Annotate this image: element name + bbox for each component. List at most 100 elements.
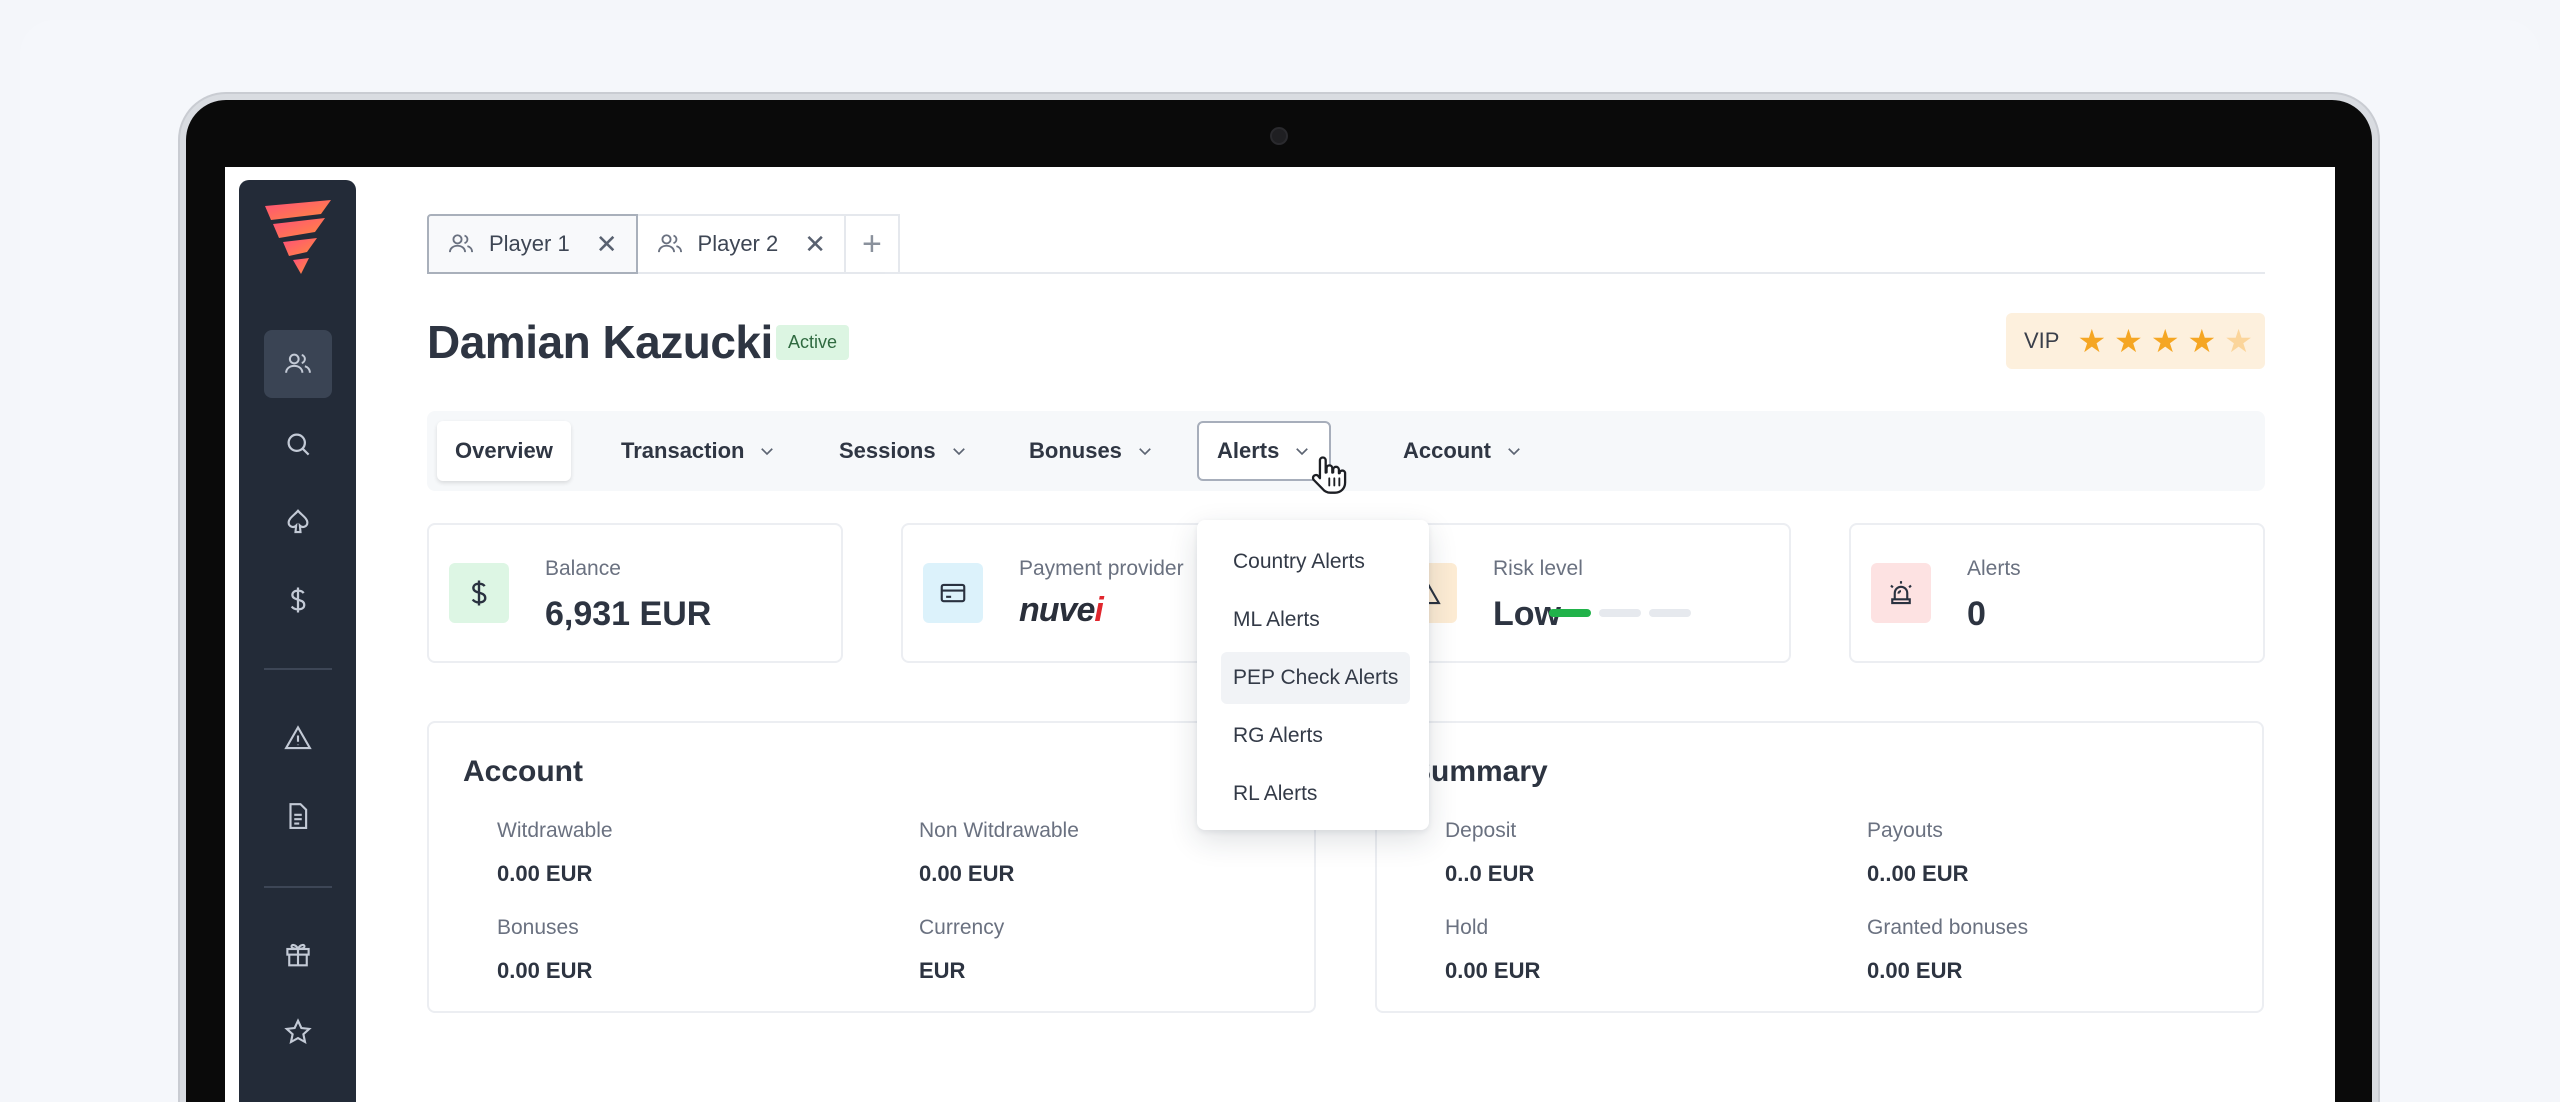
status-badge: Active — [776, 325, 850, 360]
summary-panel: Summary Deposit 0..0 EUR Payouts 0..00 E… — [1375, 721, 2264, 1013]
nav-finance-button[interactable] — [264, 566, 332, 634]
field-value: 0.00 EUR — [497, 958, 593, 983]
menu-sessions[interactable]: Sessions — [821, 421, 986, 481]
risk-level-card: Risk level Low — [1375, 523, 1791, 663]
menu-bonuses[interactable]: Bonuses — [1011, 421, 1172, 481]
tabs-divider — [885, 272, 2265, 274]
dropdown-item-pep-check-alerts[interactable]: PEP Check Alerts — [1221, 652, 1411, 704]
field-label: Witdrawable — [497, 819, 613, 842]
tab-player-2[interactable]: Player 2 ✕ — [637, 214, 847, 274]
plus-icon: + — [862, 224, 882, 263]
chevron-down-icon — [952, 448, 965, 456]
dollar-icon — [449, 563, 509, 623]
chevron-down-icon — [1508, 448, 1520, 456]
menu-label: Sessions — [839, 438, 936, 463]
menu-label: Overview — [455, 438, 553, 463]
spade-icon — [287, 509, 309, 534]
tab-label: Player 1 — [489, 231, 570, 256]
menu-overview[interactable]: Overview — [437, 421, 571, 481]
users-icon — [657, 234, 682, 253]
credit-card-icon — [923, 563, 983, 623]
hand-cursor-icon — [1311, 456, 1347, 494]
field-label: Hold — [1445, 916, 1489, 939]
stat-label: Alerts — [1967, 557, 2021, 580]
nav-alerts-button[interactable] — [264, 704, 332, 772]
alerts-card: Alerts 0 — [1849, 523, 2265, 663]
field-label: Currency — [919, 916, 1005, 939]
users-icon — [285, 353, 311, 373]
warning-icon — [284, 725, 312, 750]
field-value: EUR — [919, 958, 966, 983]
dropdown-item-rg-alerts[interactable]: RG Alerts — [1221, 710, 1335, 762]
panel-title: Account — [463, 755, 583, 788]
stat-label: Balance — [545, 557, 621, 580]
risk-level-segment — [1549, 609, 1591, 617]
tab-label: Player 2 — [697, 231, 779, 256]
dropdown-item-ml-alerts[interactable]: ML Alerts — [1221, 594, 1332, 646]
field-value: 0.00 EUR — [919, 861, 1015, 886]
alerts-value: 0 — [1967, 595, 1986, 633]
field-label: Deposit — [1445, 819, 1517, 842]
nav-favorites-button[interactable] — [264, 998, 332, 1066]
search-icon — [287, 433, 310, 456]
document-icon — [289, 803, 308, 829]
close-icon[interactable]: ✕ — [804, 231, 826, 257]
field-value: 0..00 EUR — [1867, 861, 1969, 886]
menu-label: Account — [1403, 438, 1491, 463]
menu-label: Transaction — [621, 438, 745, 463]
field-label: Non Witdrawable — [919, 819, 1079, 842]
dropdown-item-rl-alerts[interactable]: RL Alerts — [1221, 768, 1329, 820]
gift-icon — [286, 943, 310, 967]
field-value: 0..0 EUR — [1445, 861, 1535, 886]
vip-rating: VIP ★ ★ ★ ★ ★ — [2006, 313, 2265, 369]
account-panel: Account Witdrawable 0.00 EUR Non Witdraw… — [427, 721, 1316, 1013]
dollar-icon — [290, 587, 306, 613]
payment-provider-logo: nuvei — [1019, 591, 1104, 630]
nav-search-button[interactable] — [264, 410, 332, 478]
camera-dot — [1270, 127, 1288, 145]
brand-logo-icon — [265, 200, 331, 274]
risk-level-meter — [1549, 609, 1691, 617]
star-icon — [284, 1018, 312, 1045]
field-value: 0.00 EUR — [1867, 958, 1963, 983]
provider-name: nuvei — [1019, 591, 1104, 629]
app-screen: Player 1 ✕ Player 2 ✕ + Damian Kazucki A… — [225, 167, 2335, 1102]
menu-label: Alerts — [1217, 438, 1280, 463]
sidebar — [239, 180, 356, 1102]
field-label: Bonuses — [497, 916, 579, 939]
stat-label: Payment provider — [1019, 557, 1184, 580]
page-title: Damian Kazucki — [427, 316, 773, 368]
vip-label: VIP — [2024, 328, 2060, 353]
nav-bonuses-button[interactable] — [264, 920, 332, 988]
users-icon — [448, 234, 474, 253]
field-label: Granted bonuses — [1867, 916, 2029, 939]
chevron-down-icon — [761, 448, 774, 456]
tab-player-1[interactable]: Player 1 ✕ — [427, 214, 638, 274]
menu-label: Bonuses — [1029, 438, 1122, 463]
risk-level-segment — [1599, 609, 1641, 617]
risk-level-segment — [1649, 609, 1691, 617]
nav-reports-button[interactable] — [264, 782, 332, 850]
nav-games-button[interactable] — [264, 488, 332, 556]
star-empty-icon: ★ — [2224, 323, 2253, 359]
star-filled-icon: ★ — [2077, 323, 2107, 359]
player-tabs: Player 1 ✕ Player 2 ✕ + — [427, 214, 900, 274]
sidebar-divider — [264, 668, 332, 670]
nav-players-button[interactable] — [264, 330, 332, 398]
stat-label: Risk level — [1493, 557, 1583, 580]
star-filled-icon: ★ — [2114, 323, 2143, 359]
field-value: 0.00 EUR — [1445, 958, 1541, 983]
dropdown-item-country-alerts[interactable]: Country Alerts — [1221, 536, 1377, 588]
balance-value: 6,931 EUR — [545, 595, 712, 633]
balance-card: Balance 6,931 EUR — [427, 523, 843, 663]
siren-icon — [1871, 563, 1931, 623]
menu-account[interactable]: Account — [1385, 421, 1541, 481]
field-label: Payouts — [1867, 819, 1943, 842]
close-icon[interactable]: ✕ — [596, 231, 618, 257]
chevron-down-icon — [1139, 448, 1151, 456]
add-tab-button[interactable]: + — [846, 214, 900, 274]
menu-transaction[interactable]: Transaction — [603, 421, 794, 481]
star-filled-icon: ★ — [2150, 323, 2180, 359]
star-filled-icon: ★ — [2187, 323, 2217, 359]
alerts-dropdown: Country Alerts ML Alerts PEP Check Alert… — [1197, 520, 1429, 830]
